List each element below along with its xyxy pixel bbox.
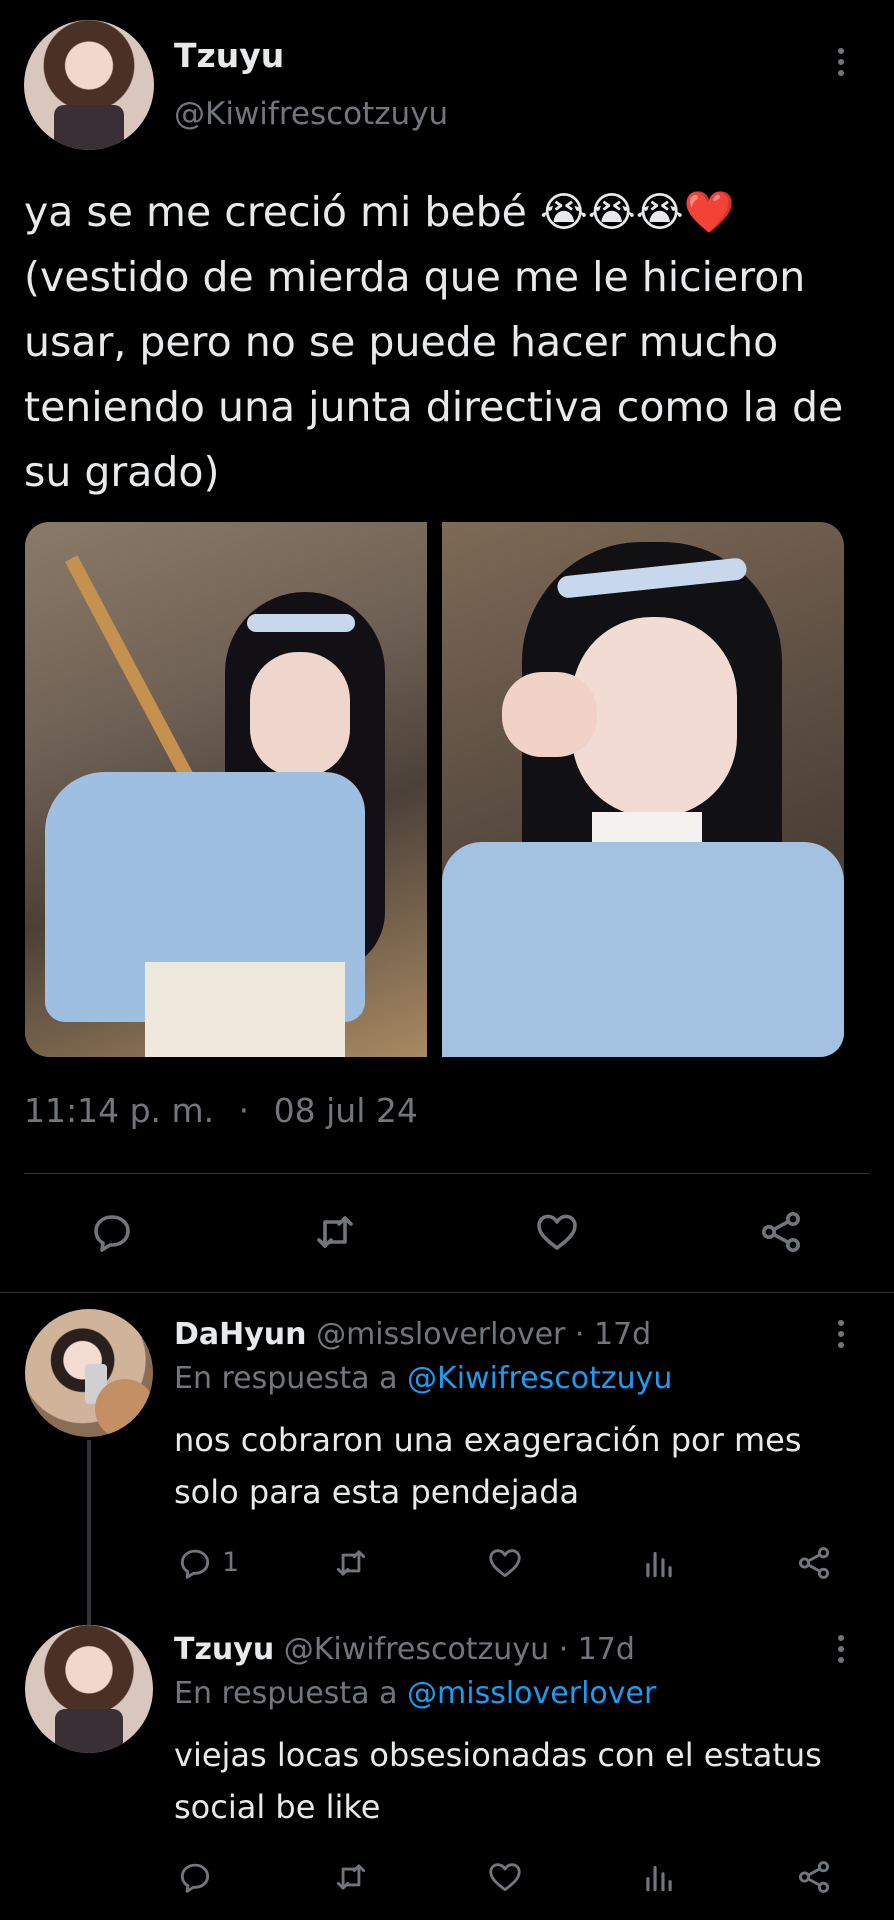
photo-hand [502,672,597,757]
reply-icon[interactable] [176,1544,214,1582]
tweet-text-line: su grado) [24,448,220,496]
retweet-icon[interactable] [311,1208,359,1256]
reply-avatar[interactable] [25,1309,153,1437]
divider [0,1292,894,1293]
heart-icon[interactable] [486,1544,524,1582]
views-icon[interactable] [640,1544,678,1582]
divider [24,1173,870,1174]
photo-skirt [145,962,345,1057]
more-icon[interactable] [837,48,845,76]
reply-avatar[interactable] [25,1625,153,1753]
author-handle[interactable]: @Kiwifrescotzuyu [174,96,448,132]
share-icon[interactable] [795,1858,833,1896]
retweet-icon[interactable] [332,1858,370,1896]
share-icon[interactable] [795,1544,833,1582]
photo-headband [247,614,355,632]
reply-author-name[interactable]: Tzuyu [174,1632,274,1667]
reply-context-label: En respuesta a [174,1361,398,1396]
reply-author-name[interactable]: DaHyun [174,1317,307,1352]
reply-text-line: solo para esta pendejada [174,1473,580,1511]
tweet-text-line: (vestido de mierda que me le hicieron [24,253,806,301]
reply-context-mention[interactable]: @missloverlover [407,1676,656,1711]
reply-age: · 17d [558,1632,635,1667]
photo-sweater [442,842,844,1057]
reply-author-handle[interactable]: @missloverlover [316,1317,565,1352]
reply-text: viejas locas obsesionadas con el estatus… [174,1729,822,1833]
tweet-text-line: ya se me creció mi bebé 😭😭😭❤️ [24,188,735,236]
reply-age: · 17d [574,1317,652,1352]
tweet-photo-2[interactable] [442,522,844,1057]
reply-text-line: social be like [174,1788,381,1826]
tweet-text: ya se me creció mi bebé 😭😭😭❤️ (vestido d… [24,180,843,505]
retweet-icon[interactable] [332,1544,370,1582]
reply-context-label: En respuesta a [174,1676,398,1711]
timestamp-separator: · [238,1091,250,1130]
reply-header: DaHyun @missloverlover · 17d [174,1317,651,1352]
views-icon[interactable] [640,1858,678,1896]
avatar-fur [95,1379,153,1437]
reply-text: nos cobraron una exageración por mes sol… [174,1414,801,1518]
reply-icon[interactable] [176,1858,214,1896]
avatar-dress [54,105,124,150]
tweet-date[interactable]: 08 jul 24 [274,1091,418,1130]
reply-context: En respuesta a @Kiwifrescotzuyu [174,1361,672,1396]
reply-context: En respuesta a @missloverlover [174,1676,656,1711]
more-icon[interactable] [837,1320,845,1348]
reply-context-mention[interactable]: @Kiwifrescotzuyu [407,1361,672,1396]
author-avatar[interactable] [24,20,154,150]
share-icon[interactable] [757,1208,805,1256]
heart-icon[interactable] [486,1858,524,1896]
more-icon[interactable] [837,1635,845,1663]
reply-text-line: nos cobraron una exageración por mes [174,1421,802,1459]
reply-count: 1 [222,1547,240,1578]
author-name[interactable]: Tzuyu [174,36,284,75]
tweet-text-line: usar, pero no se puede hacer mucho [24,318,779,366]
tweet-photo-1[interactable] [25,522,427,1057]
photo-face [250,652,350,777]
tweet-text-line: teniendo una junta directiva como la de [24,383,844,431]
reply-header: Tzuyu @Kiwifrescotzuyu · 17d [174,1632,635,1667]
tweet-time: 11:14 p. m. [24,1091,215,1130]
reply-icon[interactable] [88,1208,136,1256]
tweet-timestamp: 11:14 p. m. · 08 jul 24 [24,1091,418,1130]
reply-author-handle[interactable]: @Kiwifrescotzuyu [284,1632,549,1667]
thread-line [87,1440,91,1625]
heart-icon[interactable] [533,1208,581,1256]
reply-text-line: viejas locas obsesionadas con el estatus [174,1736,822,1774]
avatar-dress [55,1709,123,1753]
